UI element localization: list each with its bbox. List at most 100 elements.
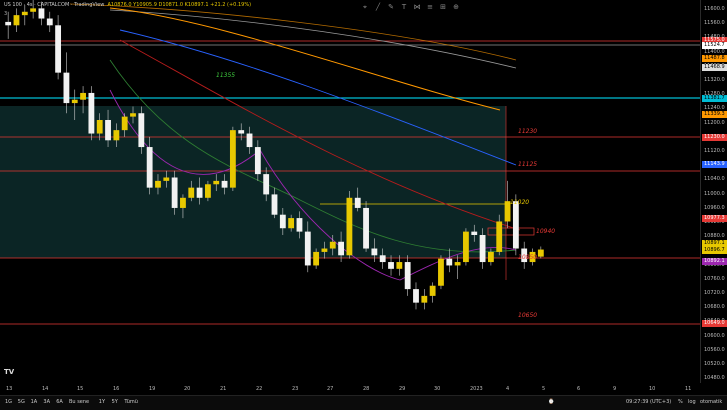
candle-body bbox=[288, 218, 295, 229]
time-axis-label: 14 bbox=[42, 386, 49, 392]
candle-body bbox=[388, 262, 394, 269]
candle-body bbox=[438, 258, 444, 286]
candle-body bbox=[321, 248, 328, 252]
time-axis-label: 22 bbox=[256, 386, 263, 392]
ma-line-white bbox=[109, 9, 517, 69]
time-axis-label: 23 bbox=[292, 386, 299, 392]
candle-body bbox=[421, 295, 428, 303]
price-tag: 11230.0 bbox=[702, 134, 727, 141]
measure-icon[interactable]: ⊞ bbox=[438, 2, 448, 12]
candle-body bbox=[21, 11, 28, 16]
time-axis-label: 9 bbox=[613, 386, 617, 392]
price-axis-label: 10880.0 bbox=[704, 233, 725, 240]
goto-date-icon[interactable]: ⌚ bbox=[548, 399, 554, 405]
candle-body bbox=[5, 21, 12, 26]
candle-body bbox=[313, 251, 320, 266]
range-button[interactable]: 5G bbox=[18, 399, 25, 405]
pattern-icon[interactable]: ⋈ bbox=[412, 2, 422, 12]
tradingview-logo-icon[interactable]: TV bbox=[4, 368, 14, 376]
time-axis-label: 11 bbox=[685, 386, 692, 392]
candle-body bbox=[138, 113, 145, 148]
zoom-icon[interactable]: ⊕ bbox=[451, 2, 461, 12]
candle-body bbox=[46, 18, 53, 26]
range-button[interactable]: 1A bbox=[31, 399, 38, 405]
price-tag: 11468.9 bbox=[702, 64, 727, 71]
price-axis-label: 10680.0 bbox=[704, 304, 725, 311]
price-tag: 10649.0 bbox=[702, 320, 727, 327]
range-button[interactable]: 1G bbox=[5, 399, 12, 405]
price-axis-label: 10760.0 bbox=[704, 275, 725, 282]
candle-body bbox=[271, 194, 278, 215]
candle-body bbox=[496, 221, 503, 252]
candle-body bbox=[63, 72, 70, 104]
level-label-11020: 11020 bbox=[510, 199, 530, 206]
candle-body bbox=[537, 249, 544, 257]
price-axis-label: 11320.0 bbox=[704, 77, 725, 83]
ma-line-orange-long bbox=[69, 3, 517, 61]
candle-body bbox=[180, 197, 186, 208]
price-tag: 11487.8 bbox=[702, 55, 727, 62]
price-axis-label: 11000.0 bbox=[704, 190, 725, 197]
level-label-11230: 11230 bbox=[518, 128, 538, 135]
time-axis-label: 29 bbox=[399, 386, 406, 392]
time-axis-label: 13 bbox=[6, 386, 13, 392]
candle-body bbox=[254, 147, 261, 175]
candle-body bbox=[155, 180, 161, 188]
time-axis-label: 21 bbox=[220, 386, 227, 392]
candle-body bbox=[163, 177, 170, 181]
candle-body bbox=[121, 116, 128, 131]
candle-body bbox=[130, 113, 136, 117]
candle-body bbox=[396, 262, 403, 269]
price-tag: 10897.1 bbox=[702, 240, 727, 247]
range-button[interactable]: Bu sene bbox=[69, 399, 89, 405]
chart-legend: US 100 · 4s · CAPITALCOM · TradingView A… bbox=[4, 2, 251, 8]
candle-body bbox=[363, 207, 369, 249]
clock-display[interactable]: 09:27:39 (UTC+3) bbox=[626, 399, 671, 405]
price-axis-label: 10600.0 bbox=[704, 332, 725, 339]
range-zone bbox=[0, 106, 506, 258]
time-axis-label: 20 bbox=[184, 386, 191, 392]
log-toggle[interactable]: log bbox=[688, 399, 696, 405]
candle-body bbox=[105, 120, 111, 141]
price-tag: 11143.9 bbox=[702, 161, 727, 168]
range-button[interactable]: 6A bbox=[56, 399, 63, 405]
percent-toggle[interactable]: % bbox=[678, 399, 683, 405]
price-axis-label: 10960.0 bbox=[704, 204, 725, 211]
price-chart[interactable] bbox=[0, 0, 700, 383]
bottom-toolbar: 1G 5G 1A 3A 6A Bu sene 1Y 5Y Tümü ⌚ 09:27:39 (UT… bbox=[0, 395, 727, 410]
candle-body bbox=[205, 184, 211, 198]
price-axis-label: 10480.0 bbox=[704, 375, 725, 382]
candle-body bbox=[30, 8, 37, 12]
cursor-icon[interactable]: ⌖ bbox=[360, 2, 370, 12]
candle-body bbox=[371, 248, 378, 256]
trendline-icon[interactable]: ╱ bbox=[373, 2, 383, 12]
brush-icon[interactable]: ✎ bbox=[386, 2, 396, 12]
candle-body bbox=[246, 133, 253, 148]
range-button[interactable]: 1Y bbox=[99, 399, 105, 405]
price-axis-label: 11040.0 bbox=[704, 176, 725, 183]
range-button[interactable]: Tümü bbox=[124, 399, 138, 405]
candle-body bbox=[471, 231, 478, 235]
fib-icon[interactable]: ≡ bbox=[425, 2, 435, 12]
candle-body bbox=[338, 241, 344, 256]
price-axis-label: 11200.0 bbox=[704, 119, 725, 126]
text-icon[interactable]: T bbox=[399, 2, 409, 12]
level-label-10850: 10850 bbox=[518, 254, 538, 261]
auto-scale-toggle[interactable]: otomatik bbox=[700, 399, 722, 405]
price-axis[interactable]: 11600.011560.011480.011400.011360.011320… bbox=[700, 0, 727, 383]
time-axis-label: 6 bbox=[577, 386, 581, 392]
time-axis-label: 15 bbox=[77, 386, 84, 392]
range-button[interactable]: 3A bbox=[43, 399, 50, 405]
level-label-11355: 11355 bbox=[216, 72, 236, 79]
price-axis-label: 10720.0 bbox=[704, 290, 725, 296]
candle-body bbox=[479, 235, 486, 263]
candle-body bbox=[213, 180, 220, 185]
symbol-title[interactable]: US 100 · 4s · CAPITALCOM · TradingView bbox=[4, 2, 104, 8]
candle-body bbox=[463, 231, 469, 263]
level-label-10650: 10650 bbox=[518, 312, 538, 319]
time-axis-label: 2023 bbox=[470, 386, 483, 392]
candle-body bbox=[279, 214, 286, 229]
indicator-count-badge[interactable]: 3 bbox=[4, 11, 7, 17]
range-button[interactable]: 5Y bbox=[112, 399, 118, 405]
candle-body bbox=[454, 262, 461, 266]
